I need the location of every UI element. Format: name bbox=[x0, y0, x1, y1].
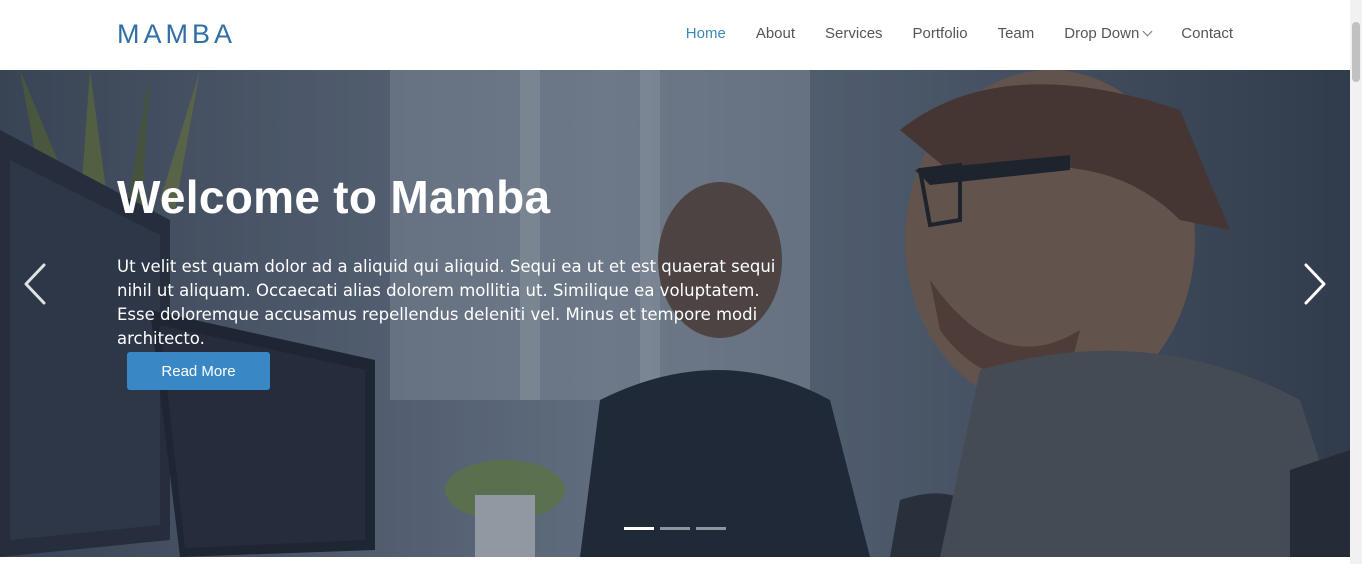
nav-item-about[interactable]: About bbox=[756, 25, 795, 42]
nav-item-label: Team bbox=[997, 25, 1035, 42]
carousel-indicator-3[interactable] bbox=[696, 527, 726, 530]
nav-item-label: Services bbox=[825, 25, 883, 42]
nav-item-team[interactable]: Team bbox=[998, 25, 1035, 42]
carousel-indicator-2[interactable] bbox=[660, 527, 690, 530]
read-more-button[interactable]: Read More bbox=[127, 352, 270, 390]
carousel-indicator-1[interactable] bbox=[624, 527, 654, 530]
nav-item-portfolio[interactable]: Portfolio bbox=[913, 25, 968, 42]
nav-item-label: Portfolio bbox=[912, 25, 968, 42]
main-nav: Home About Services Portfolio Team Drop … bbox=[686, 25, 1233, 42]
nav-item-label: Drop Down bbox=[1064, 25, 1140, 42]
nav-item-services[interactable]: Services bbox=[825, 25, 883, 42]
nav-item-home[interactable]: Home bbox=[686, 25, 726, 42]
nav-item-drop-down[interactable]: Drop Down bbox=[1064, 25, 1153, 42]
chevron-left-icon[interactable] bbox=[20, 263, 50, 305]
nav-item-label: Contact bbox=[1181, 25, 1233, 42]
hero-description: Ut velit est quam dolor ad a aliquid qui… bbox=[117, 257, 776, 348]
nav-item-contact[interactable]: Contact bbox=[1181, 25, 1233, 42]
carousel-indicators bbox=[624, 527, 726, 530]
chevron-down-icon bbox=[1142, 26, 1153, 37]
hero-carousel: Welcome to Mamba Ut velit est quam dolor… bbox=[0, 70, 1350, 557]
page-scrollbar[interactable] bbox=[1350, 0, 1362, 564]
chevron-right-icon[interactable] bbox=[1300, 263, 1330, 305]
navbar: MAMBA Home About Services Portfolio Team… bbox=[0, 0, 1350, 70]
hero-title: Welcome to Mamba bbox=[117, 171, 551, 223]
nav-item-label: Home bbox=[685, 25, 726, 42]
site-logo[interactable]: MAMBA bbox=[117, 19, 236, 50]
scrollbar-thumb[interactable] bbox=[1352, 22, 1360, 82]
nav-item-label: About bbox=[755, 25, 796, 42]
